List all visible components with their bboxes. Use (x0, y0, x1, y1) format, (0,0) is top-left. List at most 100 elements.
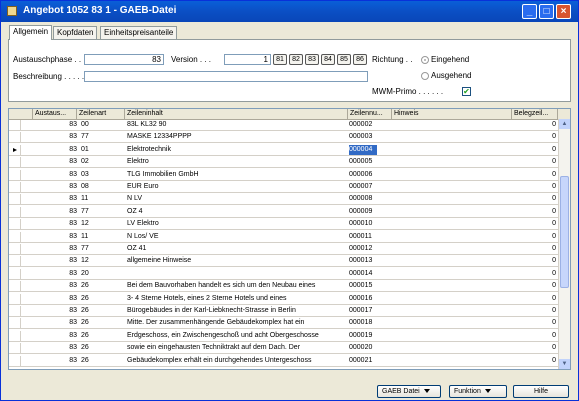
austauschphase-field[interactable]: 83 (84, 54, 164, 65)
cell-belegzeile[interactable]: 0 (512, 306, 556, 316)
cell-austausch[interactable]: 83 (33, 157, 77, 167)
cell-zeilennummer[interactable]: 000021 (349, 356, 391, 366)
cell-zeileninhalt[interactable]: N Los/ VE (127, 232, 347, 242)
row-selector[interactable] (9, 194, 21, 205)
header-zeilenart[interactable]: Zeilenart (77, 109, 125, 119)
version-button-83[interactable]: 83 (305, 54, 319, 65)
row-selector[interactable] (9, 330, 21, 341)
radio-ausgehend[interactable] (421, 72, 429, 80)
cell-zeilenart[interactable]: 26 (81, 356, 101, 366)
cell-zeilennummer[interactable]: 000020 (349, 343, 391, 353)
cell-zeileninhalt[interactable]: Elektrotechnik (127, 145, 347, 155)
cell-zeilenart[interactable]: 01 (81, 145, 101, 155)
cell-austausch[interactable]: 83 (33, 331, 77, 341)
row-selector[interactable] (9, 343, 21, 354)
cell-zeilenart[interactable]: 26 (81, 281, 101, 291)
cell-zeilenart[interactable]: 77 (81, 207, 101, 217)
cell-zeilenart[interactable]: 11 (81, 232, 101, 242)
tab-allgemein[interactable]: Allgemein (9, 25, 53, 40)
cell-zeileninhalt[interactable]: MASKE 12334PPPP (127, 132, 347, 142)
row-selector[interactable] (9, 169, 21, 180)
cell-zeilennummer[interactable]: 000003 (349, 132, 391, 142)
cell-zeilennummer[interactable]: 000016 (349, 294, 391, 304)
version-button-85[interactable]: 85 (337, 54, 351, 65)
cell-belegzeile[interactable]: 0 (512, 145, 556, 155)
row-selector[interactable] (9, 219, 21, 230)
version-button-81[interactable]: 81 (273, 54, 287, 65)
cell-zeilennummer[interactable]: 000010 (349, 219, 391, 229)
radio-eingehend[interactable] (421, 56, 429, 64)
table-row[interactable]: 83 26 3- 4 Sterne Hotels, eines 2 Sterne H… (9, 293, 558, 305)
scroll-down-arrow[interactable]: ▼ (559, 359, 570, 369)
row-selector[interactable] (9, 206, 21, 217)
cell-zeilenart[interactable]: 26 (81, 318, 101, 328)
cell-belegzeile[interactable]: 0 (512, 157, 556, 167)
cell-zeileninhalt[interactable]: sowie ein eingehausten Techniktrakt auf … (127, 343, 347, 353)
table-row[interactable]: 83 00 83L KL32 90 000002 0 (9, 120, 558, 131)
table-row[interactable]: 83 26 Bürogebäudes in der Karl-Liebknecht-… (9, 306, 558, 317)
cell-belegzeile[interactable]: 0 (512, 269, 556, 279)
maximize-button[interactable]: □ (539, 4, 554, 19)
cell-austausch[interactable]: 83 (33, 356, 77, 366)
table-row[interactable]: 83 03 TLG Immobilien GmbH 000006 0 (9, 169, 558, 181)
cell-belegzeile[interactable]: 0 (512, 219, 556, 229)
cell-zeilennummer[interactable]: 000017 (349, 306, 391, 316)
table-row[interactable]: 83 01 Elektrotechnik 000004 0 (9, 144, 558, 156)
cell-zeilennummer[interactable]: 000012 (349, 244, 391, 254)
row-selector[interactable] (9, 120, 21, 130)
beschreibung-field[interactable] (84, 71, 368, 82)
header-austausch[interactable]: Austaus... (33, 109, 77, 119)
cell-zeilenart[interactable]: 00 (81, 120, 101, 130)
gaeb-datei-button[interactable]: GAEB Datei (377, 385, 441, 398)
cell-austausch[interactable]: 83 (33, 343, 77, 353)
cell-zeilenart[interactable]: 02 (81, 157, 101, 167)
title-bar[interactable]: Angebot 1052 83 1 - GAEB-Datei _ □ × (1, 1, 578, 22)
cell-zeilennummer[interactable]: 000002 (349, 120, 391, 130)
cell-zeileninhalt[interactable]: 3- 4 Sterne Hotels, eines 2 Sterne Hotel… (127, 294, 347, 304)
cell-zeileninhalt[interactable]: EUR Euro (127, 182, 347, 192)
cell-zeilennummer[interactable]: 000015 (349, 281, 391, 291)
cell-zeileninhalt[interactable]: Elektro (127, 157, 347, 167)
cell-austausch[interactable]: 83 (33, 194, 77, 204)
table-row[interactable]: 83 12 allgemeine Hinweise 000013 0 (9, 256, 558, 268)
cell-zeilennummer[interactable]: 000006 (349, 170, 391, 180)
cell-zeileninhalt[interactable]: 83L KL32 90 (127, 120, 347, 130)
cell-belegzeile[interactable]: 0 (512, 244, 556, 254)
cell-belegzeile[interactable]: 0 (512, 132, 556, 142)
cell-austausch[interactable]: 83 (33, 219, 77, 229)
table-row[interactable]: 83 26 Bei dem Bauvorhaben handelt es sich … (9, 281, 558, 293)
cell-zeilennummer[interactable]: 000013 (349, 256, 391, 266)
cell-zeilenart[interactable]: 26 (81, 343, 101, 353)
table-row[interactable]: 83 11 N LV 000008 0 (9, 194, 558, 206)
cell-austausch[interactable]: 83 (33, 306, 77, 316)
scroll-up-arrow[interactable]: ▲ (559, 119, 570, 129)
cell-zeileninhalt[interactable]: allgemeine Hinweise (127, 256, 347, 266)
cell-zeileninhalt[interactable]: N LV (127, 194, 347, 204)
version-button-86[interactable]: 86 (353, 54, 367, 65)
cell-zeileninhalt[interactable]: Mitte. Der zusammenhängende Gebäudekompl… (127, 318, 347, 328)
cell-zeilenart[interactable]: 77 (81, 244, 101, 254)
cell-zeilennummer[interactable]: 000009 (349, 207, 391, 217)
cell-austausch[interactable]: 83 (33, 281, 77, 291)
version-button-82[interactable]: 82 (289, 54, 303, 65)
cell-zeilenart[interactable]: 11 (81, 194, 101, 204)
close-button[interactable]: × (556, 4, 571, 19)
cell-belegzeile[interactable]: 0 (512, 356, 556, 366)
cell-zeileninhalt[interactable]: Bürogebäudes in der Karl-Liebknecht-Stra… (127, 306, 347, 316)
table-row[interactable]: 83 26 Erdgeschoss, ein Zwischengeschoß und… (9, 330, 558, 342)
cell-zeilennummer[interactable]: 000004 (349, 144, 377, 155)
cell-belegzeile[interactable]: 0 (512, 331, 556, 341)
row-selector[interactable] (9, 244, 21, 254)
cell-austausch[interactable]: 83 (33, 120, 77, 130)
row-selector[interactable] (9, 132, 21, 143)
cell-belegzeile[interactable]: 0 (512, 256, 556, 266)
cell-zeileninhalt[interactable]: Erdgeschoss, ein Zwischengeschoß und ach… (127, 331, 347, 341)
cell-zeilenart[interactable]: 12 (81, 256, 101, 266)
version-button-84[interactable]: 84 (321, 54, 335, 65)
cell-austausch[interactable]: 83 (33, 232, 77, 242)
cell-austausch[interactable]: 83 (33, 294, 77, 304)
table-row[interactable]: 83 77 OZ 41 000012 0 (9, 244, 558, 255)
cell-austausch[interactable]: 83 (33, 170, 77, 180)
cell-belegzeile[interactable]: 0 (512, 170, 556, 180)
table-row[interactable]: 83 77 MASKE 12334PPPP 000003 0 (9, 132, 558, 144)
